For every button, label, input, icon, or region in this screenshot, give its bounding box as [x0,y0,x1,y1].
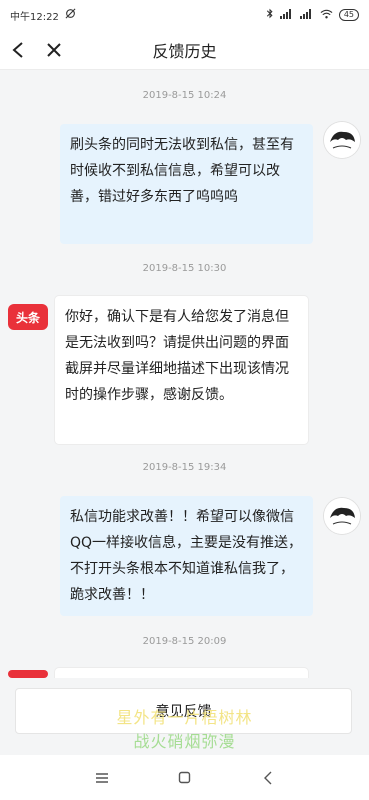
user-message-bubble[interactable]: 私信功能求改善！！希望可以像微信 QQ一样接收信息，主要是没有推送，不打开头条根… [60,496,313,616]
system-nav-bar [0,755,369,800]
nav-bar: 反馈历史 [0,30,369,70]
menu-button[interactable] [82,758,122,798]
menu-icon [95,772,108,783]
support-message-bubble[interactable]: 你好，确认下是有人给您发了消息但是无法收到吗？请提供出问题的界面截屏并尽量详细地… [55,296,308,444]
status-bar: 中午12:22 45 [0,0,369,30]
signal-icon [279,8,294,22]
bottom-action-area: 意见反馈 [0,678,369,755]
close-icon [47,42,61,57]
back-button[interactable] [0,30,36,70]
user-message-bubble[interactable]: 刷头条的同时无法收到私信，甚至有时候收不到私信信息，希望可以改善，错过好多东西了… [60,124,313,244]
home-button[interactable] [165,758,205,798]
toutiao-avatar[interactable]: 头条 [8,304,48,330]
toutiao-avatar-partial[interactable] [8,670,48,678]
back-arrow-icon [12,41,23,58]
user-avatar[interactable] [324,122,360,158]
wifi-icon [320,9,333,22]
alarm-off-icon [65,8,76,22]
signal-icon-2 [299,8,314,22]
user-avatar[interactable] [324,498,360,534]
battery-indicator: 45 [338,9,359,21]
home-square-icon [178,771,191,784]
bluetooth-icon [266,8,274,22]
chat-history[interactable]: 2019-8-15 10:24 刷头条的同时无法收到私信，甚至有时候收不到私信信… [0,70,369,678]
feedback-history-screen: 中午12:22 45 反馈历史 2019-8-15 10:24 刷头条的同时无法… [0,0,369,800]
feedback-button[interactable]: 意见反馈 [15,688,352,734]
message-timestamp: 2019-8-15 20:09 [142,636,227,647]
message-timestamp: 2019-8-15 10:24 [142,90,227,101]
status-time: 中午12:22 [10,11,59,23]
close-button[interactable] [36,30,72,70]
system-back-button[interactable] [248,758,288,798]
message-timestamp: 2019-8-15 10:30 [142,263,227,274]
message-timestamp: 2019-8-15 19:34 [142,462,227,473]
system-back-icon [263,771,271,784]
support-message-bubble-partial[interactable] [55,668,308,678]
